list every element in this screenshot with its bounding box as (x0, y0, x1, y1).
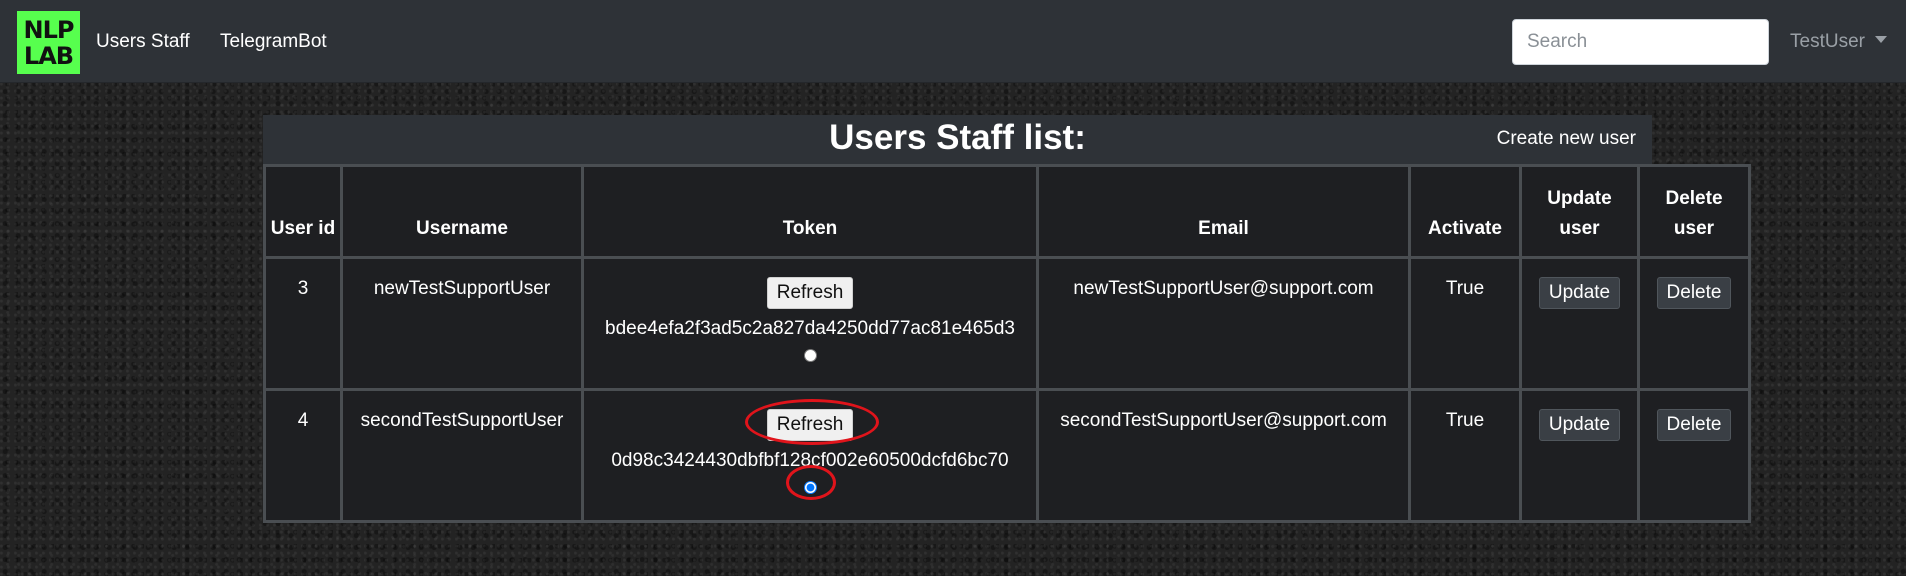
nav-link-telegrambot[interactable]: TelegramBot (220, 31, 327, 53)
table-row: 4 secondTestSupportUser Refresh 0d98c342… (263, 388, 1751, 523)
header-delete-user: Delete user (1637, 164, 1751, 259)
refresh-token-button[interactable]: Refresh (766, 409, 854, 441)
page-title: Users Staff list: (829, 118, 1086, 157)
cell-update: Update (1519, 256, 1640, 391)
refresh-token-button[interactable]: Refresh (766, 277, 854, 309)
caret-down-icon (1874, 36, 1887, 43)
token-radio[interactable] (803, 481, 817, 494)
update-button[interactable]: Update (1538, 277, 1621, 309)
cell-delete: Delete (1637, 388, 1751, 523)
nav-link-users-staff[interactable]: Users Staff (96, 31, 190, 53)
cell-delete: Delete (1637, 256, 1751, 391)
panel-header: Users Staff list: Create new user (263, 115, 1652, 165)
cell-email: secondTestSupportUser@support.com (1036, 388, 1411, 523)
token-value: 0d98c3424430dbfbf128cf002e60500dcfd6bc70 (611, 450, 1009, 471)
header-activate: Activate (1408, 164, 1522, 259)
header-update-user: Update user (1519, 164, 1640, 259)
user-dropdown[interactable]: TestUser (1790, 31, 1887, 53)
cell-token: Refresh 0d98c3424430dbfbf128cf002e60500d… (581, 388, 1039, 523)
header-email: Email (1036, 164, 1411, 259)
nlp-lab-logo[interactable]: NLP LAB (17, 11, 80, 74)
refresh-highlight-wrap: Refresh (744, 399, 879, 445)
table-row: 3 newTestSupportUser Refresh bdee4efa2f3… (263, 256, 1751, 391)
delete-button[interactable]: Delete (1656, 409, 1732, 441)
cell-update: Update (1519, 388, 1640, 523)
token-value: bdee4efa2f3ad5c2a827da4250dd77ac81e465d3 (605, 318, 1015, 339)
cell-user-id: 3 (263, 256, 343, 391)
cell-email: newTestSupportUser@support.com (1036, 256, 1411, 391)
table-header-row: User id Username Token Email Activate Up… (263, 164, 1751, 259)
header-username: Username (340, 164, 584, 259)
update-button[interactable]: Update (1538, 409, 1621, 441)
token-radio[interactable] (803, 349, 817, 362)
delete-button[interactable]: Delete (1656, 277, 1732, 309)
logo-line-1: NLP (23, 15, 75, 44)
header-token: Token (581, 164, 1039, 259)
search-input[interactable] (1512, 19, 1769, 65)
cell-user-id: 4 (263, 388, 343, 523)
cell-username: secondTestSupportUser (340, 388, 584, 523)
logo-line-2: LAB (23, 41, 74, 70)
header-user-id: User id (263, 164, 343, 259)
cell-activate: True (1408, 256, 1522, 391)
navbar: NLP LAB Users Staff TelegramBot TestUser (0, 0, 1906, 83)
cell-token: Refresh bdee4efa2f3ad5c2a827da4250dd77ac… (581, 256, 1039, 391)
users-table: User id Username Token Email Activate Up… (263, 164, 1751, 523)
radio-highlight-wrap (785, 465, 836, 501)
cell-activate: True (1408, 388, 1522, 523)
create-new-user-link[interactable]: Create new user (1497, 128, 1636, 150)
user-name: TestUser (1790, 31, 1865, 52)
cell-username: newTestSupportUser (340, 256, 584, 391)
